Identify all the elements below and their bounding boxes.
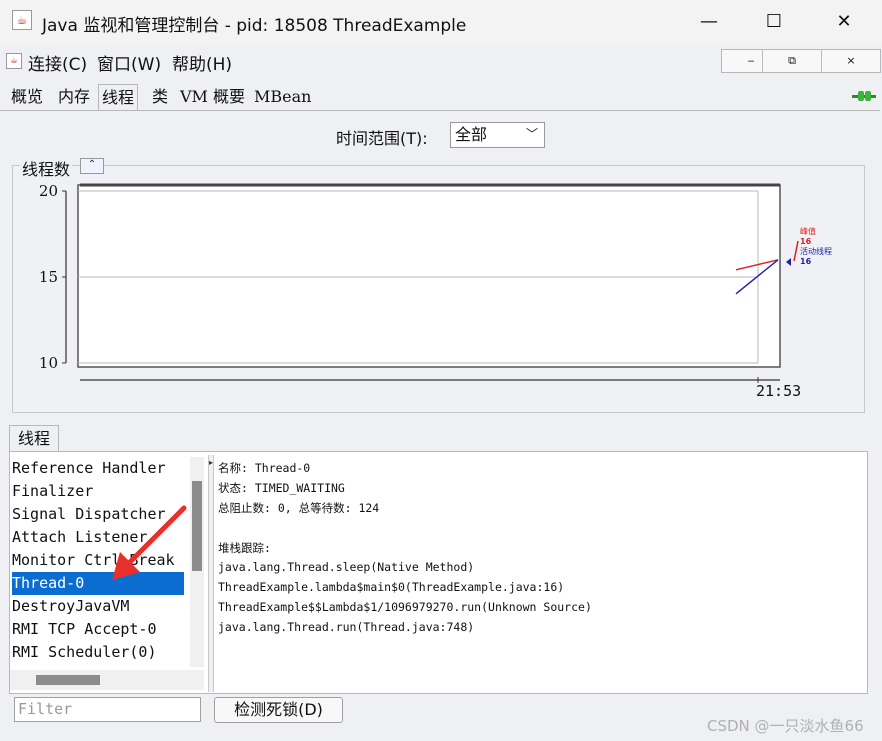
window-title: Java 监视和管理控制台 - pid: 18508 ThreadExample [42,16,467,36]
chevron-down-icon: ﹀ [526,127,539,141]
thread-detail-pane: 名称: Thread-0 状态: TIMED_WAITING 总阻止数: 0, … [216,456,866,692]
y-tick-label: 15 [39,268,58,286]
thread-count-chart: 201510 21:53 峰值16活动线程16 [39,182,832,400]
tab-threads[interactable]: 线程 [98,84,139,110]
split-pane-divider[interactable] [208,455,214,692]
watermark: CSDN @一只淡水鱼66 [707,717,864,735]
java-cup-icon: ☕ [12,10,32,30]
connection-plug-icon [852,91,876,101]
thread-filter-input[interactable]: Filter [14,697,201,722]
java-cup-icon[interactable]: ☕ [6,53,22,69]
minimize-button[interactable]: — [686,6,732,38]
legend-series-value: 16 [800,237,812,246]
plot-frame [77,183,781,368]
tab-mbean[interactable]: MBean [251,84,314,109]
y-tick-label: 10 [39,354,58,372]
inner-restore-button[interactable]: ⧉ [762,49,822,73]
legend-series-name: 活动线程 [800,246,832,256]
threads-section-tab[interactable]: 线程 [9,425,59,452]
thread-list-item[interactable]: RMI Scheduler(0) [12,641,184,664]
stack-trace-header: 堆栈跟踪: [218,541,271,555]
time-range-label: 时间范围(T): [336,129,428,148]
x-tick-label: 21:53 [756,382,801,400]
menu-help[interactable]: 帮助(H) [172,50,232,75]
menu-connection[interactable]: 连接(C) [28,50,87,75]
thread-list-item[interactable]: Reference Handler [12,457,184,480]
close-button[interactable]: ✕ [821,6,867,38]
stack-frame: java.lang.Thread.run(Thread.java:748) [218,620,475,634]
annotation-arrow [112,505,187,580]
vertical-scroll-thumb[interactable] [192,481,202,571]
legend-peak-marker [793,240,799,262]
legend-series-value: 16 [800,257,812,266]
tab-overview[interactable]: 概览 [8,84,46,109]
menu-window[interactable]: 窗口(W) [97,50,161,75]
thread-counts-line: 总阻止数: 0, 总等待数: 124 [218,501,380,515]
stack-frame: ThreadExample$$Lambda$1/1096979270.run(U… [218,600,592,614]
stack-frame: ThreadExample.lambda$main$0(ThreadExampl… [218,580,565,594]
tab-memory[interactable]: 内存 [55,84,93,109]
y-axis: 20 15 10 [39,182,67,372]
tab-classes[interactable]: 类 [149,84,171,109]
legend-live-marker [786,258,791,266]
stack-frame: java.lang.Thread.sleep(Native Method) [218,560,475,574]
chart-legend: 峰值16活动线程16 [786,226,832,266]
x-axis: 21:53 [80,377,801,400]
inner-close-button[interactable]: × [821,49,881,73]
maximize-button[interactable]: ☐ [751,6,797,38]
detect-deadlock-button[interactable]: 检测死锁(D) [214,697,343,723]
legend-series-name: 峰值 [800,226,816,236]
thread-list-item[interactable]: RMI TCP Accept-0 [12,618,184,641]
horizontal-scroll-thumb[interactable] [36,675,100,685]
thread-name-line: 名称: Thread-0 [218,461,311,475]
tab-vm-summary[interactable]: VM 概要 [177,84,248,109]
y-tick-label: 20 [39,182,58,200]
thread-state-line: 状态: TIMED_WAITING [218,481,345,495]
thread-list-item[interactable]: DestroyJavaVM [12,595,184,618]
split-arrow-icon[interactable]: ▸ [209,458,213,467]
